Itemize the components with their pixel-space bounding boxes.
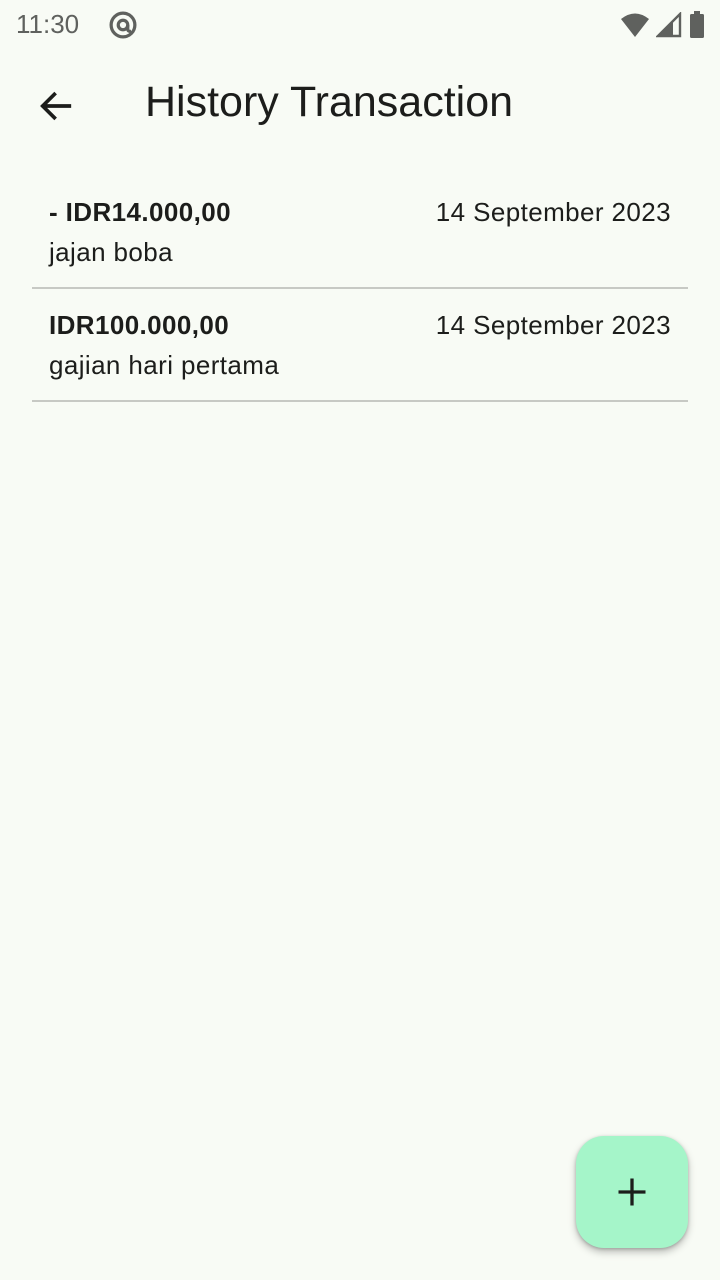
transaction-amount: - IDR14.000,00 — [49, 197, 231, 227]
status-bar: 11:30 — [0, 0, 720, 48]
transaction-item[interactable]: - IDR14.000,00 jajan boba 14 September 2… — [32, 176, 688, 289]
transaction-date: 14 September 2023 — [435, 197, 671, 227]
transaction-item[interactable]: IDR100.000,00 gajian hari pertama 14 Sep… — [32, 289, 688, 402]
wifi-icon — [621, 13, 649, 37]
at-sign-icon — [109, 11, 137, 39]
battery-icon — [690, 11, 704, 38]
transaction-date: 14 September 2023 — [435, 310, 671, 340]
add-transaction-button[interactable] — [576, 1136, 688, 1248]
status-time: 11:30 — [16, 9, 80, 39]
transaction-list: - IDR14.000,00 jajan boba 14 September 2… — [32, 176, 688, 402]
back-button[interactable] — [24, 74, 88, 138]
transaction-amount: IDR100.000,00 — [49, 310, 230, 340]
arrow-back-icon — [40, 91, 72, 121]
status-icons — [620, 10, 706, 40]
add-icon — [618, 1178, 646, 1206]
transaction-description: gajian hari pertama — [49, 350, 280, 380]
app-bar: History Transaction — [0, 56, 720, 152]
cellular-signal-icon — [656, 12, 682, 38]
page-title: History Transaction — [145, 78, 514, 126]
transaction-description: jajan boba — [49, 237, 173, 267]
